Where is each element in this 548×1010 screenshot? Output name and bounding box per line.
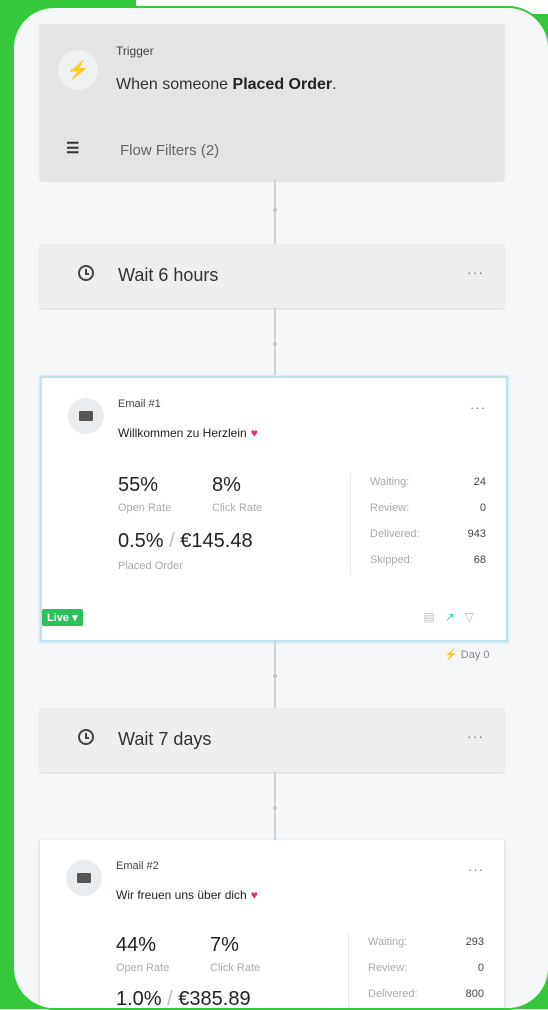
more-options-button[interactable]: ··· bbox=[467, 728, 484, 744]
lightning-icon: ⚡ bbox=[58, 50, 98, 90]
trigger-card[interactable]: ⚡ Trigger When someone Placed Order. ☰ F… bbox=[40, 24, 504, 180]
open-rate-label: Open Rate bbox=[118, 502, 172, 514]
placed-order-revenue: €385.89 bbox=[178, 988, 251, 1010]
email-label: Email #1 bbox=[118, 398, 161, 410]
delivered-row: Delivered: 943 bbox=[370, 528, 486, 540]
placed-order-rate: 1.0% bbox=[116, 988, 162, 1010]
flow-connector bbox=[273, 308, 277, 376]
skipped-row: Skipped: 68 bbox=[370, 554, 486, 566]
trigger-label: Trigger bbox=[116, 44, 154, 58]
email-label: Email #2 bbox=[116, 860, 159, 872]
review-row: Review: 0 bbox=[368, 962, 484, 974]
delivered-count: 800 bbox=[465, 988, 484, 1000]
filter-list-icon: ☰ bbox=[66, 140, 80, 157]
more-options-button[interactable]: ··· bbox=[470, 400, 486, 415]
flow-connector bbox=[273, 180, 277, 244]
flow-connector bbox=[273, 772, 277, 840]
clock-icon bbox=[78, 729, 94, 745]
skipped-label: Skipped: bbox=[370, 554, 413, 566]
wait-step-1[interactable]: Wait 6 hours ··· bbox=[40, 244, 504, 308]
trigger-text-suffix: . bbox=[332, 76, 337, 93]
waiting-row: Waiting: 24 bbox=[370, 476, 486, 488]
review-count: 0 bbox=[479, 502, 486, 514]
flow-filters-link[interactable]: Flow Filters (2) bbox=[120, 142, 219, 159]
email-tools: ▤↗▽ bbox=[423, 610, 484, 624]
trend-icon[interactable]: ↗ bbox=[445, 610, 465, 624]
delivered-label: Delivered: bbox=[368, 988, 418, 1000]
review-label: Review: bbox=[368, 962, 408, 974]
delivered-row: Delivered: 800 bbox=[368, 988, 484, 1000]
more-options-button[interactable]: ··· bbox=[468, 862, 484, 877]
review-label: Review: bbox=[370, 502, 410, 514]
heart-icon: ♥ bbox=[250, 888, 258, 902]
flow-canvas[interactable]: ⚡ Trigger When someone Placed Order. ☰ F… bbox=[12, 6, 548, 1010]
waiting-label: Waiting: bbox=[368, 936, 408, 948]
placed-order-label: Placed Order bbox=[118, 560, 183, 572]
envelope-icon bbox=[66, 860, 102, 896]
waiting-count: 293 bbox=[465, 936, 484, 948]
email-subject: Willkommen zu Herzlein ♥ bbox=[118, 426, 258, 440]
clock-icon bbox=[78, 265, 94, 281]
trigger-text-prefix: When someone bbox=[116, 76, 229, 93]
open-rate-label: Open Rate bbox=[116, 962, 170, 974]
value-separator: / bbox=[167, 988, 173, 1010]
placed-order-rate: 0.5% bbox=[118, 530, 164, 552]
placed-order-values: 1.0% / €385.89 bbox=[116, 988, 251, 1010]
click-rate-label: Click Rate bbox=[212, 502, 263, 514]
email-subject: Wir freuen uns über dich ♥ bbox=[116, 888, 258, 902]
email-card-2[interactable]: Email #2 Wir freuen uns über dich ♥ ··· 4… bbox=[40, 840, 504, 1010]
wait-text: Wait 6 hours bbox=[118, 265, 219, 285]
click-rate-value: 8% bbox=[212, 474, 241, 496]
click-rate-value: 7% bbox=[210, 934, 239, 956]
open-rate-value: 44% bbox=[116, 934, 157, 956]
value-separator: / bbox=[169, 530, 175, 552]
delivered-count: 943 bbox=[467, 528, 486, 540]
envelope-icon bbox=[68, 398, 104, 434]
placed-order-revenue: €145.48 bbox=[180, 530, 253, 552]
review-count: 0 bbox=[477, 962, 484, 974]
wait-text: Wait 7 days bbox=[118, 729, 212, 749]
wait-step-2[interactable]: Wait 7 days ··· bbox=[40, 708, 504, 772]
stats-divider bbox=[348, 934, 349, 1008]
day-label: ⚡ Day 0 bbox=[444, 649, 490, 661]
preview-icon[interactable]: ▤ bbox=[423, 610, 444, 624]
email-card-1[interactable]: Email #1 Willkommen zu Herzlein ♥ ··· 55%… bbox=[40, 376, 508, 642]
waiting-count: 24 bbox=[473, 476, 486, 488]
placed-order-values: 0.5% / €145.48 bbox=[118, 530, 253, 553]
click-rate-label: Click Rate bbox=[210, 962, 261, 974]
waiting-label: Waiting: bbox=[370, 476, 410, 488]
review-row: Review: 0 bbox=[370, 502, 486, 514]
live-status-dropdown[interactable]: Live ▾ bbox=[42, 609, 83, 626]
stats-divider bbox=[350, 474, 351, 574]
filter-icon[interactable]: ▽ bbox=[465, 610, 484, 624]
waiting-row: Waiting: 293 bbox=[368, 936, 484, 948]
trigger-text: When someone Placed Order. bbox=[116, 76, 337, 94]
skipped-count: 68 bbox=[473, 554, 486, 566]
trigger-event: Placed Order bbox=[232, 76, 333, 93]
flow-connector bbox=[273, 640, 277, 708]
email-subject-text: Willkommen zu Herzlein bbox=[118, 426, 247, 440]
email-subject-text: Wir freuen uns über dich bbox=[116, 888, 247, 902]
heart-icon: ♥ bbox=[250, 426, 258, 440]
open-rate-value: 55% bbox=[118, 474, 159, 496]
more-options-button[interactable]: ··· bbox=[467, 264, 484, 280]
delivered-label: Delivered: bbox=[370, 528, 420, 540]
